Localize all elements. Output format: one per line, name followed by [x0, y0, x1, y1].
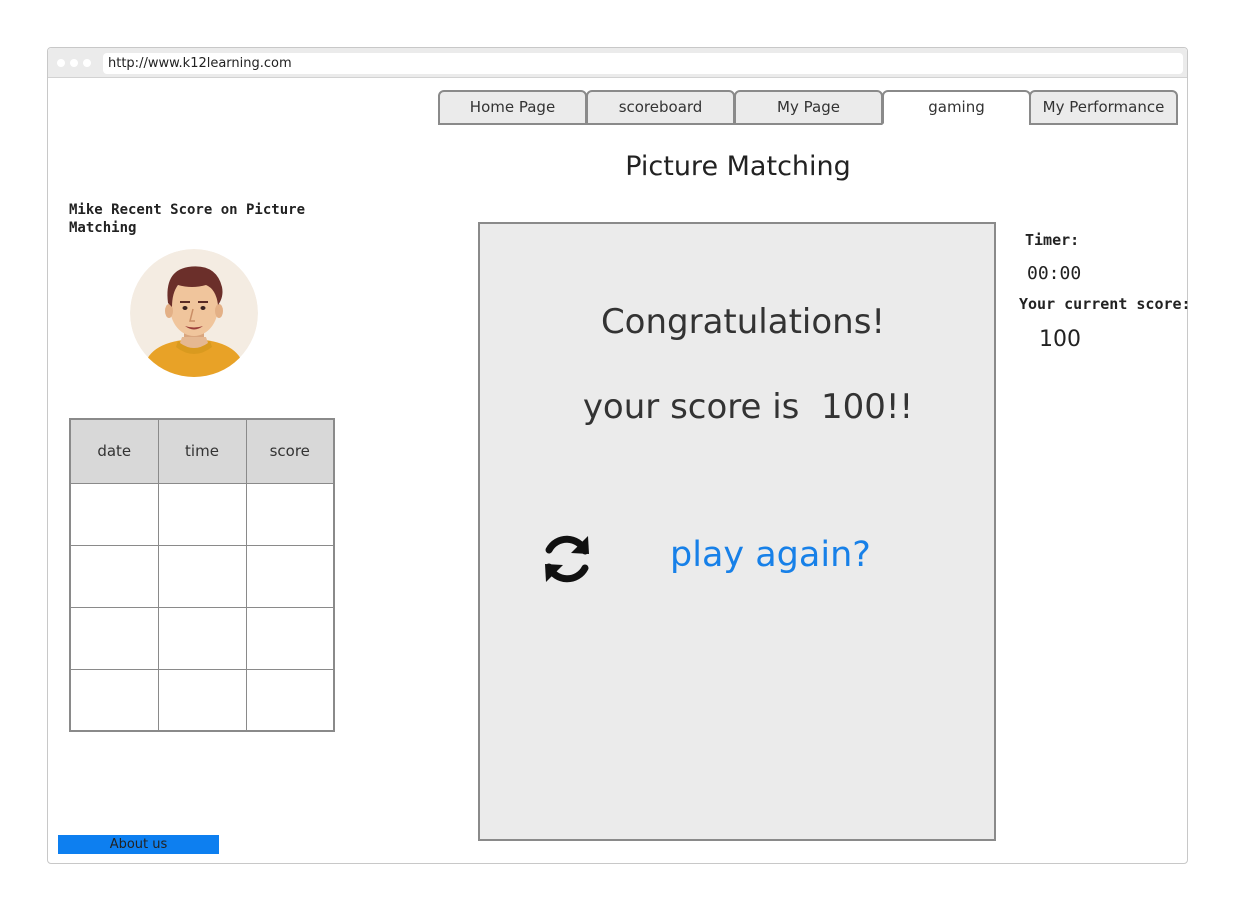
window-dot-icon [70, 59, 78, 67]
table-cell [69, 544, 159, 608]
page-title: Picture Matching [625, 151, 851, 182]
table-cell [157, 606, 247, 670]
tab-scoreboard[interactable]: scoreboard [586, 90, 735, 125]
column-header-score: score [245, 418, 335, 484]
table-cell [245, 482, 335, 546]
refresh-icon[interactable] [540, 532, 594, 586]
table-header-row: date time score [69, 418, 335, 484]
table-cell [69, 606, 159, 670]
timer-label: Timer: [1025, 231, 1080, 249]
browser-window: http://www.k12learning.com Home Page sco… [47, 47, 1191, 864]
play-again-link[interactable]: play again? [670, 535, 871, 575]
table-cell [69, 482, 159, 546]
column-header-date: date [69, 418, 159, 484]
table-cell [69, 668, 159, 732]
timer-value: 00:00 [1027, 263, 1082, 284]
table-cell [245, 544, 335, 608]
current-score-value: 100 [1039, 327, 1081, 352]
table-row [69, 482, 335, 546]
table-cell [157, 482, 247, 546]
recent-score-title: Mike Recent Score on Picture Matching [69, 202, 306, 236]
game-result-panel: Congratulations! your score is 100!! pla… [478, 222, 996, 841]
window-controls [57, 59, 91, 67]
tab-gaming[interactable]: gaming [882, 90, 1031, 125]
table-row [69, 544, 335, 608]
browser-toolbar: http://www.k12learning.com [48, 48, 1187, 78]
congratulations-message: Congratulations! [600, 302, 886, 342]
table-cell [157, 668, 247, 732]
user-avatar-icon [130, 249, 258, 377]
final-score-message: your score is 100!! [582, 387, 914, 427]
table-cell [157, 544, 247, 608]
column-header-time: time [157, 418, 247, 484]
table-row [69, 606, 335, 670]
current-score-label: Your current score: [1019, 295, 1191, 313]
address-bar[interactable]: http://www.k12learning.com [103, 53, 1183, 74]
tab-my-performance[interactable]: My Performance [1029, 90, 1178, 125]
recent-score-table: date time score [69, 418, 335, 732]
table-cell [245, 606, 335, 670]
window-dot-icon [83, 59, 91, 67]
tab-home-page[interactable]: Home Page [438, 90, 587, 125]
window-dot-icon [57, 59, 65, 67]
about-us-link[interactable]: About us [58, 835, 219, 854]
tab-my-page[interactable]: My Page [734, 90, 883, 125]
table-cell [245, 668, 335, 732]
table-row [69, 668, 335, 732]
